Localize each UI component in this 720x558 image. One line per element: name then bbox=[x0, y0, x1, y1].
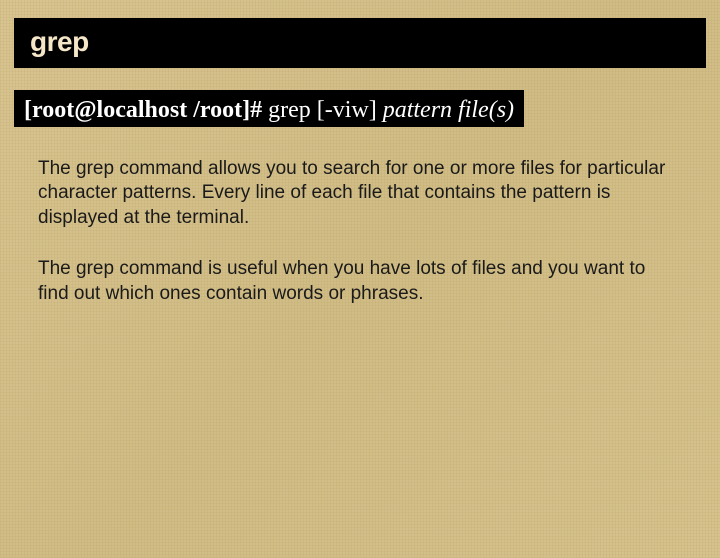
command-args: pattern file(s) bbox=[383, 97, 514, 123]
paragraph-1: The grep command allows you to search fo… bbox=[38, 157, 680, 231]
command-name: grep bbox=[268, 97, 311, 123]
command-example-bar: [root@localhost /root]# grep [-viw] patt… bbox=[14, 90, 524, 127]
paragraph-2: The grep command is useful when you have… bbox=[38, 257, 680, 306]
slide-title-bar: grep bbox=[14, 18, 706, 68]
slide-body: The grep command allows you to search fo… bbox=[38, 157, 680, 306]
command-flags: [-viw] bbox=[317, 97, 377, 123]
slide-title: grep bbox=[30, 26, 89, 57]
shell-prompt: [root@localhost /root]# bbox=[24, 97, 262, 123]
